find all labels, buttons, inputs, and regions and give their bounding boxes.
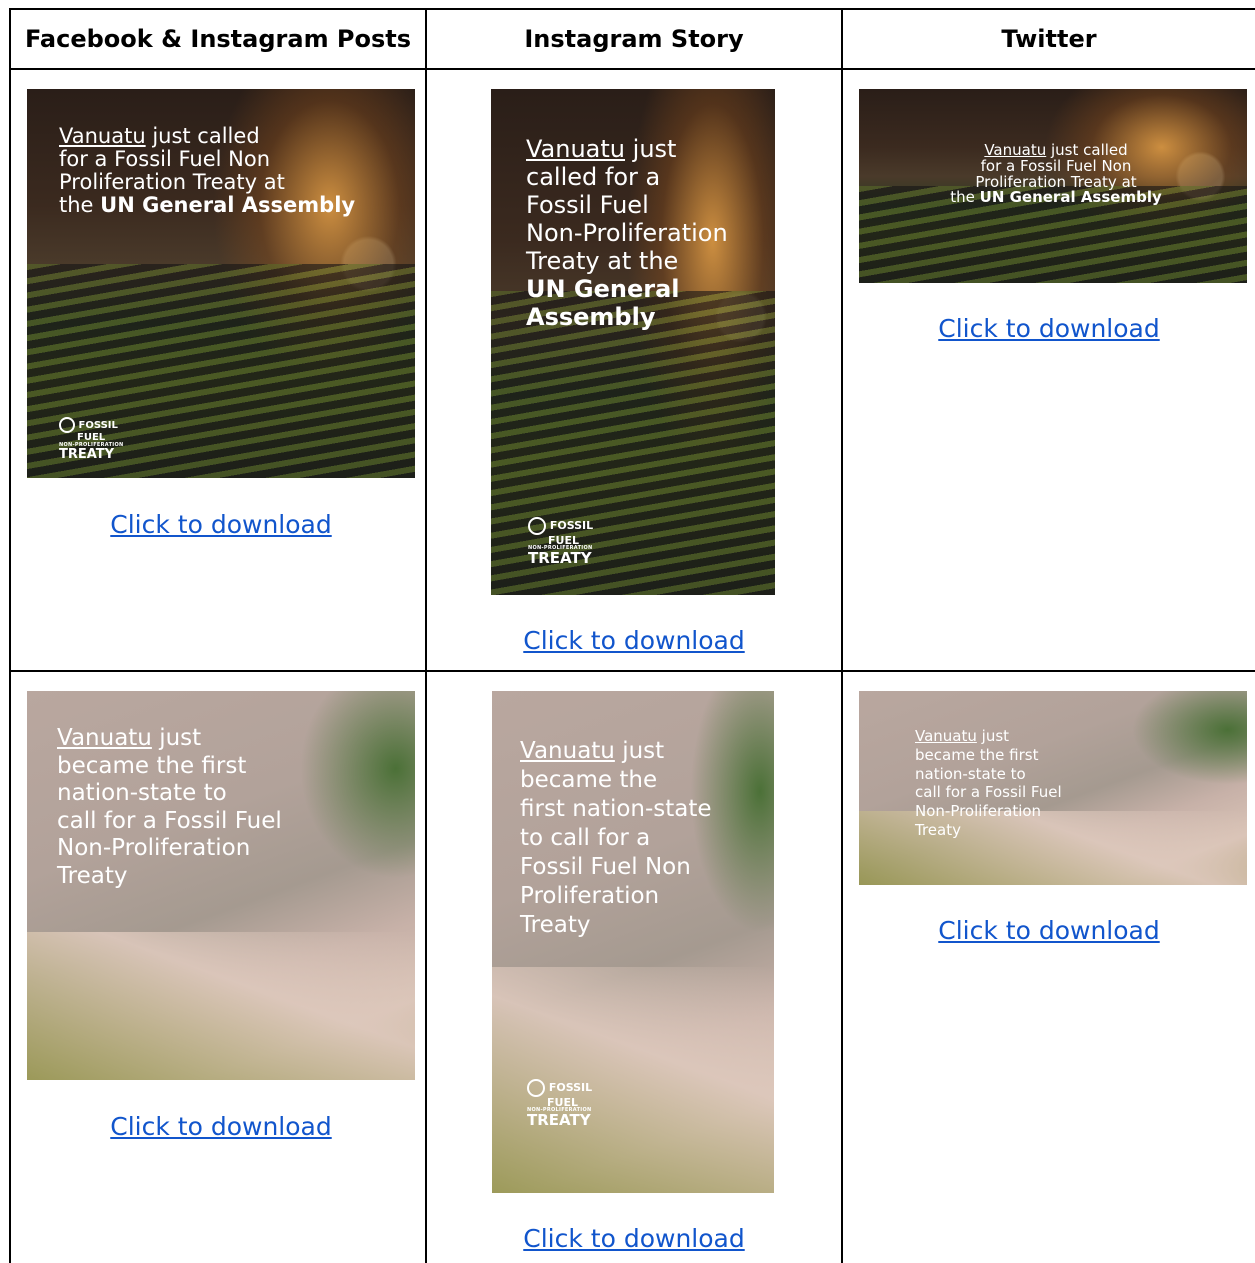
vanuatu-beach-post-image[interactable]: Vanuatu just became the first nation-sta… xyxy=(27,691,415,1080)
vanuatu-beach-twitter-image[interactable]: Vanuatu just became the first nation-sta… xyxy=(859,691,1247,885)
fossil-fuel-treaty-logo: FOSSIL FUEL NON-PROLIFERATION TREATY xyxy=(59,417,123,461)
download-link-twitter-2[interactable]: Click to download xyxy=(843,916,1255,945)
header-facebook-instagram-posts: Facebook & Instagram Posts xyxy=(24,25,412,53)
download-link-post-2[interactable]: Click to download xyxy=(27,1112,415,1141)
story-overlay-text: Vanuatu just became the first nation-sta… xyxy=(520,738,712,938)
un-assembly-twitter-image[interactable]: Vanuatu just called for a Fossil Fuel No… xyxy=(859,89,1247,283)
post-overlay-text: Vanuatu just called for a Fossil Fuel No… xyxy=(59,124,356,218)
globe-icon xyxy=(527,1079,545,1097)
header-twitter: Twitter xyxy=(1001,25,1097,53)
fossil-fuel-treaty-logo: FOSSIL FUEL NON-PROLIFERATION TREATY xyxy=(527,1079,593,1129)
twitter-overlay-text: Vanuatu just became the first nation-sta… xyxy=(915,727,1062,839)
globe-icon xyxy=(59,417,75,433)
un-assembly-story-image[interactable]: Vanuatu just called for a Fossil Fuel No… xyxy=(491,89,775,595)
download-link-story-1[interactable]: Click to download xyxy=(427,626,841,655)
vanuatu-beach-story-image[interactable]: Vanuatu just became the first nation-sta… xyxy=(492,691,774,1193)
row-divider xyxy=(9,670,1255,672)
fossil-fuel-treaty-logo: FOSSIL FUEL NON-PROLIFERATION TREATY xyxy=(528,517,594,567)
twitter-overlay-text: Vanuatu just called for a Fossil Fuel No… xyxy=(950,141,1162,207)
beach-sand xyxy=(27,932,415,1080)
header-instagram-story: Instagram Story xyxy=(524,25,744,53)
story-overlay-text: Vanuatu just called for a Fossil Fuel No… xyxy=(526,135,728,332)
table-border-left xyxy=(9,8,11,1263)
download-link-story-2[interactable]: Click to download xyxy=(427,1224,841,1253)
globe-icon xyxy=(528,517,546,535)
column-divider-2 xyxy=(841,8,843,1263)
assets-table: Facebook & Instagram Posts Instagram Sto… xyxy=(9,8,1255,1263)
download-link-twitter-1[interactable]: Click to download xyxy=(843,314,1255,343)
download-link-post-1[interactable]: Click to download xyxy=(27,510,415,539)
post-overlay-text: Vanuatu just became the first nation-sta… xyxy=(57,725,282,889)
un-assembly-post-image[interactable]: Vanuatu just called for a Fossil Fuel No… xyxy=(27,89,415,478)
